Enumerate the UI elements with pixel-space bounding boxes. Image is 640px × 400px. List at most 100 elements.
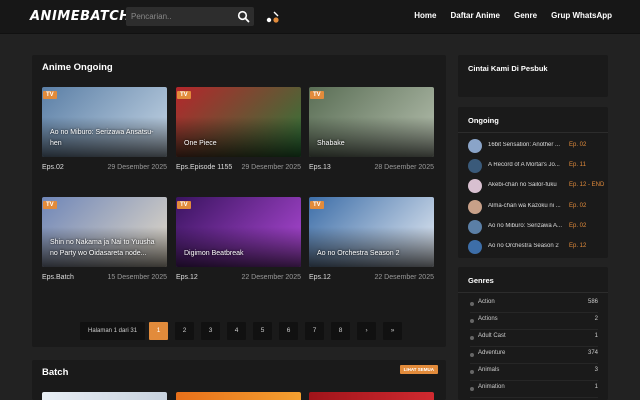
genre-item[interactable]: Animation 1 <box>470 384 598 394</box>
genre-name[interactable]: Actions <box>478 316 498 322</box>
type-badge: TV <box>177 201 191 209</box>
type-badge: TV <box>43 201 57 209</box>
anime-title[interactable]: Ao no Miburo: Serizawa Ansatsu-hen <box>50 127 163 149</box>
bullet-icon <box>470 336 474 340</box>
ongoing-list-item[interactable]: Ao no Orchestra Season 2 Ep. 12 <box>468 240 598 254</box>
search-icon[interactable] <box>237 10 250 23</box>
anime-avatar <box>468 240 482 254</box>
ongoing-list-item[interactable]: A Record of A Mortal's Jo... Ep. 11 <box>468 159 598 174</box>
episode-label: Ep. 12 <box>569 243 587 249</box>
page-button[interactable]: 1 <box>149 322 169 340</box>
anime-card[interactable]: TV One Piece Eps.Episode 1155 29 Desember 2… <box>176 87 301 177</box>
genre-item[interactable]: Action 586 <box>470 299 598 309</box>
anime-thumbnail[interactable]: TV Shin no Nakama ja Nai to Yuusha no Par… <box>42 197 167 267</box>
anime-title[interactable]: 16bit Sensation: Another ... <box>488 142 566 148</box>
episode-label: Ep. 12 - END <box>569 182 605 189</box>
page-button[interactable]: 2 <box>175 322 195 340</box>
nav-grup-whatsapp[interactable]: Grup WhatsApp <box>551 11 612 20</box>
anime-title[interactable]: Ao no Orchestra Season 2 <box>317 248 430 259</box>
anime-title[interactable]: Shabake <box>317 138 430 149</box>
genre-name[interactable]: Adult Cast <box>478 333 506 339</box>
theme-toggle-icon[interactable] <box>265 10 281 24</box>
episode-label: Eps.12 <box>309 274 331 281</box>
genre-item[interactable]: Adult Cast 1 <box>470 333 598 343</box>
nav-daftar-anime[interactable]: Daftar Anime <box>450 11 500 20</box>
see-all-button[interactable]: LIHAT SEMUA <box>399 365 438 374</box>
section-title: Batch <box>42 367 69 378</box>
ongoing-list-item[interactable]: Akebi-chan no Sailor-fuku Ep. 12 - END <box>468 179 604 194</box>
episode-label: Ep. 02 <box>569 142 587 148</box>
page-button[interactable]: 4 <box>227 322 247 340</box>
release-date: 22 Desember 2025 <box>241 274 301 281</box>
anime-title[interactable]: A Record of A Mortal's Jo... <box>488 162 566 168</box>
anime-title[interactable]: Akebi-chan no Sailor-fuku <box>488 182 566 188</box>
last-page-button[interactable]: » <box>383 322 403 340</box>
widget-title: Genres <box>468 276 494 285</box>
ongoing-list-item[interactable]: Ao no Miburo: Serizawa A... Ep. 02 <box>468 219 598 234</box>
anime-title[interactable]: Shin no Nakama ja Nai to Yuusha no Party… <box>50 237 163 259</box>
bullet-icon <box>470 370 474 374</box>
anime-title[interactable]: Ao no Miburo: Serizawa A... <box>488 223 566 229</box>
section-title: Anime Ongoing <box>42 62 113 73</box>
anime-title[interactable]: One Piece <box>184 138 297 149</box>
type-badge: TV <box>43 91 57 99</box>
genre-item[interactable]: Actions 2 <box>470 316 598 326</box>
anime-thumbnail[interactable]: TV One Piece <box>176 87 301 157</box>
batch-thumbnail[interactable] <box>176 392 301 400</box>
episode-label: Ep. 11 <box>569 162 586 169</box>
pagination: Halaman 1 dari 31 1 2 3 4 5 6 7 8 › » <box>80 322 409 340</box>
divider <box>470 346 598 347</box>
episode-label: Eps.Batch <box>42 274 74 281</box>
genre-name[interactable]: Adventure <box>478 350 505 356</box>
ongoing-list-item[interactable]: Alma-chan wa Kazoku ni ... Ep. 02 <box>468 199 598 214</box>
anime-thumbnail[interactable]: TV Digimon Beatbreak <box>176 197 301 267</box>
genre-count: 374 <box>587 350 598 356</box>
genre-name[interactable]: Action <box>478 299 495 305</box>
batch-thumbnail[interactable] <box>309 392 434 400</box>
anime-title[interactable]: Ao no Orchestra Season 2 <box>488 243 566 249</box>
anime-avatar <box>468 199 482 214</box>
bullet-icon <box>470 387 474 391</box>
divider <box>470 329 598 330</box>
nav-genre[interactable]: Genre <box>514 11 537 20</box>
anime-card[interactable]: TV Shabake Eps.13 28 Desember 2025 <box>309 87 434 177</box>
genre-item[interactable]: Adventure 374 <box>470 350 598 360</box>
anime-card[interactable]: TV Digimon Beatbreak Eps.12 22 Desember 202… <box>176 197 301 287</box>
nav-home[interactable]: Home <box>414 11 436 20</box>
search-input[interactable] <box>126 7 232 26</box>
anime-thumbnail[interactable]: TV Ao no Orchestra Season 2 <box>309 197 434 267</box>
genre-item[interactable]: Animals 3 <box>470 367 598 377</box>
release-date: 29 Desember 2025 <box>241 164 301 171</box>
anime-card[interactable]: TV Ao no Miburo: Serizawa Ansatsu-hen Eps.… <box>42 87 167 177</box>
main-nav: Home Daftar Anime Genre Grup WhatsApp <box>400 11 612 20</box>
release-date: 22 Desember 2025 <box>374 274 434 281</box>
ongoing-list-item[interactable]: 16bit Sensation: Another ... Ep. 02 <box>468 139 598 153</box>
page-button[interactable]: 5 <box>253 322 273 340</box>
type-badge: TV <box>310 91 324 99</box>
page-button[interactable]: 3 <box>201 322 221 340</box>
anime-ongoing-panel: Anime Ongoing TV Ao no Miburo: Serizawa A… <box>32 55 446 347</box>
facebook-widget: Cintai Kami Di Pesbuk <box>458 55 608 97</box>
anime-avatar <box>468 159 482 174</box>
episode-label: Eps.Episode 1155 <box>176 164 233 171</box>
page-button[interactable]: 6 <box>279 322 299 340</box>
genre-name[interactable]: Animals <box>478 367 499 373</box>
anime-card[interactable]: TV Ao no Orchestra Season 2 Eps.12 22 Desem… <box>309 197 434 287</box>
page-button[interactable]: 8 <box>331 322 351 340</box>
genre-name[interactable]: Animation <box>478 384 505 390</box>
next-page-button[interactable]: › <box>357 322 377 340</box>
batch-panel: Batch LIHAT SEMUA <box>32 360 446 400</box>
page-button[interactable]: 7 <box>305 322 325 340</box>
anime-title[interactable]: Digimon Beatbreak <box>184 248 297 259</box>
anime-card[interactable]: TV Shin no Nakama ja Nai to Yuusha no Par… <box>42 197 167 287</box>
site-logo[interactable]: ANIMEBATCH <box>30 9 131 24</box>
anime-thumbnail[interactable]: TV Ao no Miburo: Serizawa Ansatsu-hen <box>42 87 167 157</box>
anime-thumbnail[interactable]: TV Shabake <box>309 87 434 157</box>
genre-count: 586 <box>587 299 598 305</box>
divider <box>470 363 598 364</box>
batch-thumbnail[interactable] <box>42 392 167 400</box>
divider <box>470 312 598 313</box>
widget-title: Cintai Kami Di Pesbuk <box>468 64 548 73</box>
type-badge: TV <box>177 91 191 99</box>
anime-title[interactable]: Alma-chan wa Kazoku ni ... <box>488 203 566 209</box>
